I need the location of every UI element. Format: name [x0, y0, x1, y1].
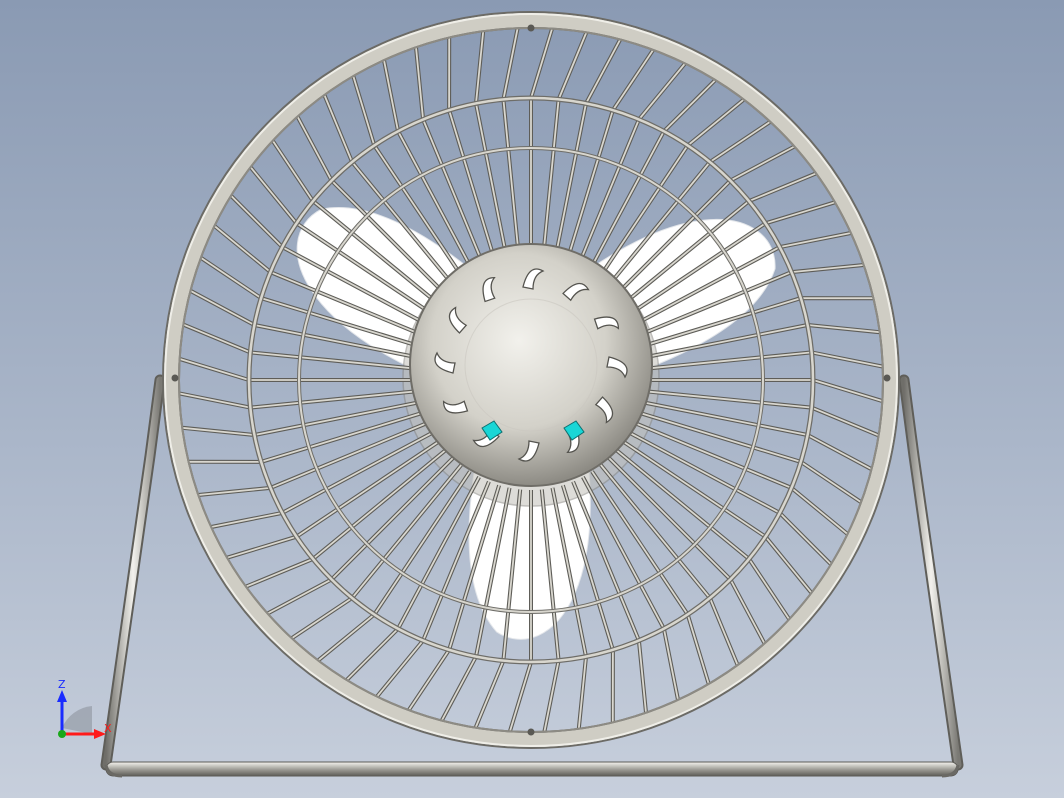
stand-base-bar — [105, 761, 959, 777]
fan-model[interactable] — [0, 0, 1064, 798]
cad-viewport[interactable]: Z X — [0, 0, 1064, 798]
y-axis — [58, 730, 66, 738]
rim-hole-left — [171, 374, 179, 382]
rim-hole-top — [527, 24, 535, 32]
z-axis-label: Z — [58, 678, 66, 691]
fan-hub — [409, 243, 653, 487]
rim-hole-bottom — [527, 728, 535, 736]
rim-hole-right — [883, 374, 891, 382]
x-axis-label: X — [104, 722, 112, 735]
orientation-triad: Z X — [57, 678, 112, 739]
